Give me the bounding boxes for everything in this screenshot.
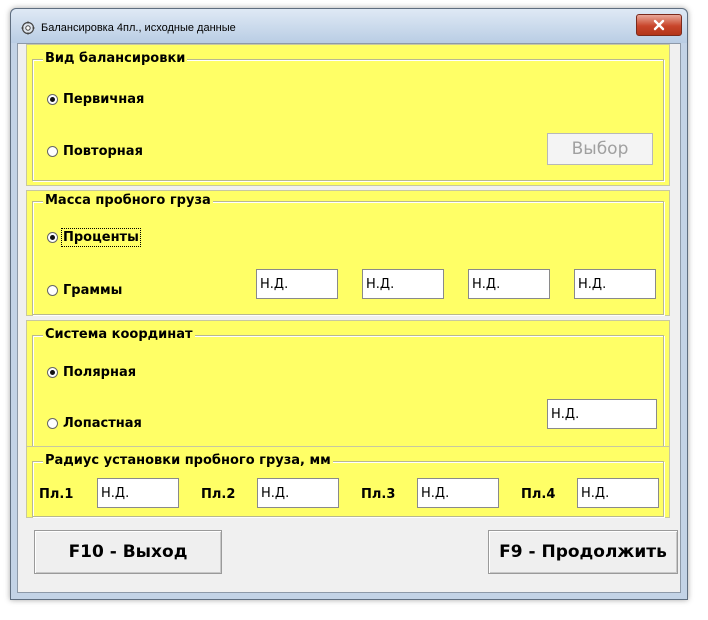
continue-button[interactable]: F9 - Продолжить — [488, 530, 678, 574]
select-button[interactable]: Выбор — [547, 133, 653, 165]
plane-4-radius-field[interactable]: Н.Д. — [577, 478, 659, 508]
coordinate-system-group: Система координат Полярная Лопастная Н.Д… — [26, 320, 670, 450]
radius-legend: Радиус установки пробного груза, мм — [43, 453, 333, 468]
radio-repeat-label: Повторная — [63, 144, 143, 159]
radio-primary[interactable]: Первичная — [47, 92, 144, 107]
radio-dot-selected[interactable] — [47, 367, 58, 378]
mass-field-1[interactable]: Н.Д. — [256, 269, 338, 299]
radio-grams[interactable]: Граммы — [47, 283, 122, 298]
radio-repeat[interactable]: Повторная — [47, 144, 143, 159]
radius-group: Радиус установки пробного груза, мм Пл.1… — [26, 446, 670, 518]
gear-app-icon — [21, 21, 35, 35]
radio-blade-label: Лопастная — [63, 416, 142, 431]
plane-2-label: Пл.2 — [201, 487, 236, 502]
plane-3-label: Пл.3 — [361, 487, 396, 502]
mass-field-2[interactable]: Н.Д. — [362, 269, 444, 299]
plane-1-radius-field[interactable]: Н.Д. — [97, 478, 179, 508]
coordinate-field[interactable]: Н.Д. — [547, 399, 657, 429]
radio-polar[interactable]: Полярная — [47, 365, 136, 380]
mass-field-4[interactable]: Н.Д. — [574, 269, 656, 299]
mass-field-3[interactable]: Н.Д. — [468, 269, 550, 299]
radio-polar-label: Полярная — [63, 365, 137, 380]
radio-dot-selected[interactable] — [47, 232, 58, 243]
plane-2-radius-field[interactable]: Н.Д. — [257, 478, 339, 508]
plane-3-radius-field[interactable]: Н.Д. — [417, 478, 499, 508]
radio-primary-label: Первичная — [63, 92, 145, 107]
radio-percent-label: Проценты — [61, 228, 141, 247]
trial-mass-legend: Масса пробного груза — [43, 193, 213, 208]
radio-dot[interactable] — [47, 418, 58, 429]
plane-1-label: Пл.1 — [39, 487, 74, 502]
radio-dot[interactable] — [47, 285, 58, 296]
close-icon — [653, 19, 665, 31]
radio-grams-label: Граммы — [63, 283, 123, 298]
radio-percent[interactable]: Проценты — [47, 228, 141, 247]
dialog-window: Балансировка 4пл., исходные данные Вид б… — [10, 8, 688, 600]
window-title: Балансировка 4пл., исходные данные — [41, 22, 236, 34]
radio-blade[interactable]: Лопастная — [47, 416, 142, 431]
balancing-type-group: Вид балансировки Первичная Повторная Выб… — [26, 44, 670, 186]
plane-4-label: Пл.4 — [521, 487, 556, 502]
coordinate-system-legend: Система координат — [43, 327, 195, 342]
exit-button[interactable]: F10 - Выход — [34, 530, 222, 574]
balancing-type-legend: Вид балансировки — [43, 51, 188, 66]
title-bar[interactable]: Балансировка 4пл., исходные данные — [11, 9, 687, 43]
trial-mass-group: Масса пробного груза Проценты Граммы Н.Д… — [26, 190, 670, 316]
dialog-client-area: Вид балансировки Первичная Повторная Выб… — [17, 43, 681, 593]
radio-dot-selected[interactable] — [47, 94, 58, 105]
close-button[interactable] — [636, 14, 682, 36]
radio-dot[interactable] — [47, 146, 58, 157]
